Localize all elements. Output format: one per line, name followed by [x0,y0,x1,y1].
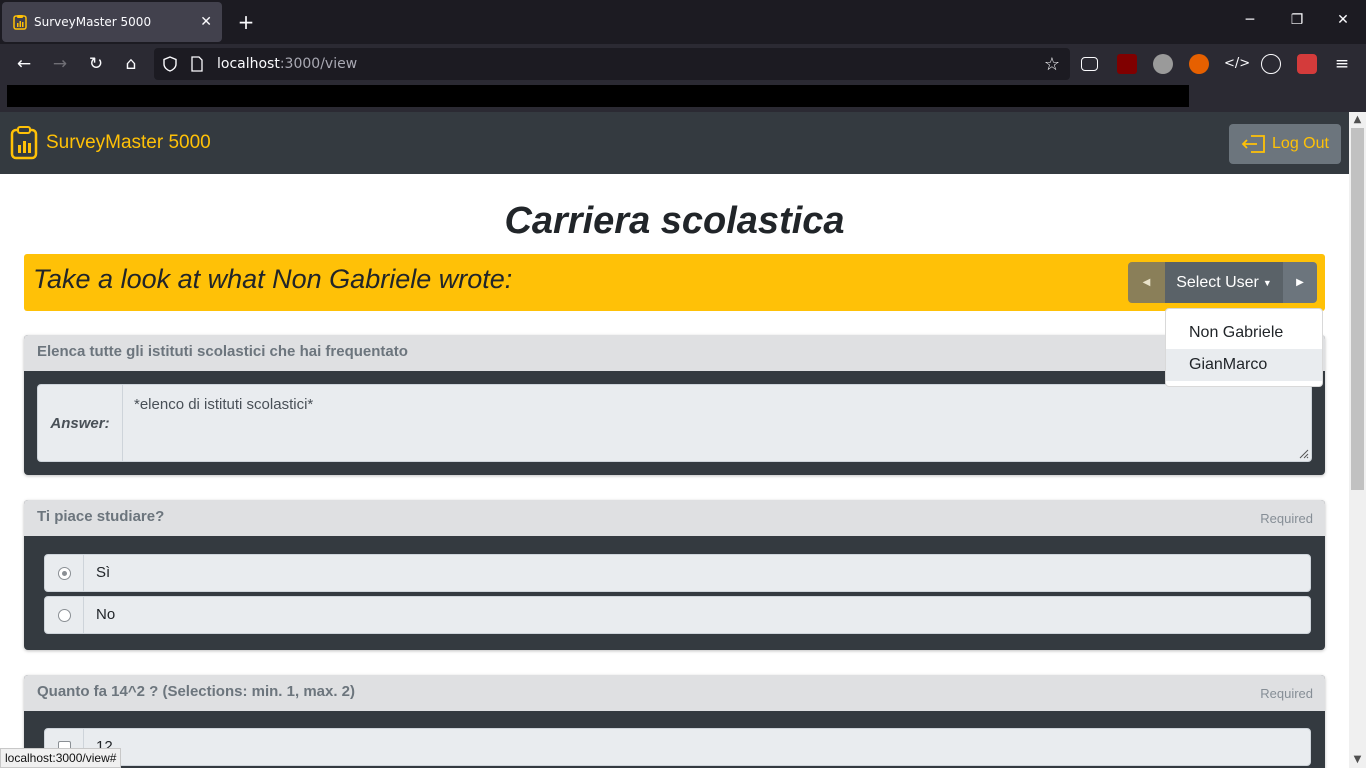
question-header: Ti piace studiare? Required [24,500,1325,536]
extension-sphere-icon[interactable] [1153,54,1173,74]
required-label: Required [1260,686,1313,701]
answer-textarea[interactable]: *elenco di istituti scolastici* [134,396,313,413]
shield-icon[interactable] [162,56,178,72]
url-host: localhost [217,56,280,72]
select-user-label: Select User [1176,273,1259,291]
reload-icon[interactable]: ↻ [86,54,106,74]
extension-red-icon[interactable] [1297,54,1317,74]
question-text: Quanto fa 14^2 ? (Selections: min. 1, ma… [37,683,356,700]
question-text: Ti piace studiare? [37,508,165,525]
bookmarks-bar [0,84,1366,112]
page-scrollbar[interactable]: ▲ ▼ [1349,112,1366,768]
clipboard-chart-icon [10,126,38,160]
back-icon[interactable]: ← [14,54,34,74]
resize-grip-icon[interactable] [1297,447,1309,459]
required-label: Required [1260,511,1313,526]
url-path: :3000/view [279,56,358,72]
question-header: Elenca tutte gli istituti scolastici che… [24,335,1325,371]
logout-button[interactable]: Log Out [1229,124,1341,164]
question-card: Quanto fa 14^2 ? (Selections: min. 1, ma… [24,675,1325,768]
ublock-icon[interactable] [1117,54,1137,74]
radio-button-checked[interactable] [57,566,71,580]
radio-option[interactable]: Sì [44,554,1311,592]
page-info-icon[interactable] [190,56,204,72]
devtools-icon[interactable]: </> [1224,54,1250,74]
browser-toolbar: ← → ↻ ⌂ localhost:3000/view ☆ </> ≡ [0,44,1366,84]
radio-button[interactable] [57,608,71,622]
new-tab-button[interactable]: + [236,10,256,34]
redacted-bookmarks [7,85,1189,107]
link-status-bar: localhost:3000/view# [0,748,122,768]
dropdown-item-user[interactable]: Non Gabriele [1166,317,1322,349]
close-window-icon[interactable]: ✕ [1333,12,1353,28]
scroll-up-arrow-icon[interactable]: ▲ [1349,112,1366,128]
browser-tab-bar: SurveyMaster 5000 ✕ + ─ ❐ ✕ [0,0,1366,44]
url-text[interactable]: localhost:3000/view [217,56,357,72]
option-label: No [96,606,116,623]
clipboard-chart-icon [13,15,27,30]
survey-title: Carriera scolastica [504,200,845,242]
page-viewport: SurveyMaster 5000 Log Out Carriera scola… [0,112,1349,768]
home-icon[interactable]: ⌂ [121,54,141,74]
checkbox-option[interactable]: 12 [44,728,1311,766]
logout-icon [1241,135,1265,153]
forward-icon[interactable]: → [50,54,70,74]
radio-control [45,597,84,633]
dropdown-item-user[interactable]: GianMarco [1166,349,1322,381]
user-answers-banner: Take a look at what Non Gabriele wrote: … [24,254,1325,311]
answer-group: Answer: *elenco di istituti scolastici* [37,384,1312,462]
menu-icon[interactable]: ≡ [1332,54,1352,74]
browser-tab[interactable]: SurveyMaster 5000 ✕ [2,2,222,42]
user-dropdown-menu: Non Gabriele GianMarco [1165,308,1323,387]
question-text: Elenca tutte gli istituti scolastici che… [37,343,408,360]
restore-icon[interactable]: ❐ [1287,12,1307,28]
question-card: Ti piace studiare? Required Sì No [24,500,1325,650]
option-label: Sì [96,564,111,581]
tab-close-icon[interactable]: ✕ [200,14,212,30]
question-card: Elenca tutte gli istituti scolastici che… [24,335,1325,475]
minimize-icon[interactable]: ─ [1240,12,1260,28]
question-header: Quanto fa 14^2 ? (Selections: min. 1, ma… [24,675,1325,711]
app-navbar: SurveyMaster 5000 Log Out [0,112,1349,174]
scroll-thumb[interactable] [1351,128,1364,490]
user-navigation: ◀ Select User ▼ ▶ [1128,262,1317,303]
radio-control [45,555,84,591]
scroll-down-arrow-icon[interactable]: ▼ [1349,752,1366,768]
tab-title: SurveyMaster 5000 [34,15,152,29]
banner-text: Take a look at what Non Gabriele wrote: [33,264,513,294]
answer-label: Answer: [38,385,123,461]
logout-label: Log Out [1272,135,1329,152]
cookie-icon[interactable] [1261,54,1281,74]
caret-down-icon: ▼ [1262,277,1272,288]
url-bar[interactable]: localhost:3000/view ☆ [154,48,1070,80]
reader-view-icon[interactable] [1081,57,1098,71]
radio-option[interactable]: No [44,596,1311,634]
brand[interactable]: SurveyMaster 5000 [10,126,211,160]
next-user-button[interactable]: ▶ [1283,262,1317,303]
select-user-dropdown-toggle[interactable]: Select User ▼ [1165,262,1283,303]
bookmark-star-icon[interactable]: ☆ [1044,54,1060,75]
brand-name: SurveyMaster 5000 [46,132,211,153]
previous-user-button[interactable]: ◀ [1128,262,1165,303]
extension-fox-icon[interactable] [1189,54,1209,74]
